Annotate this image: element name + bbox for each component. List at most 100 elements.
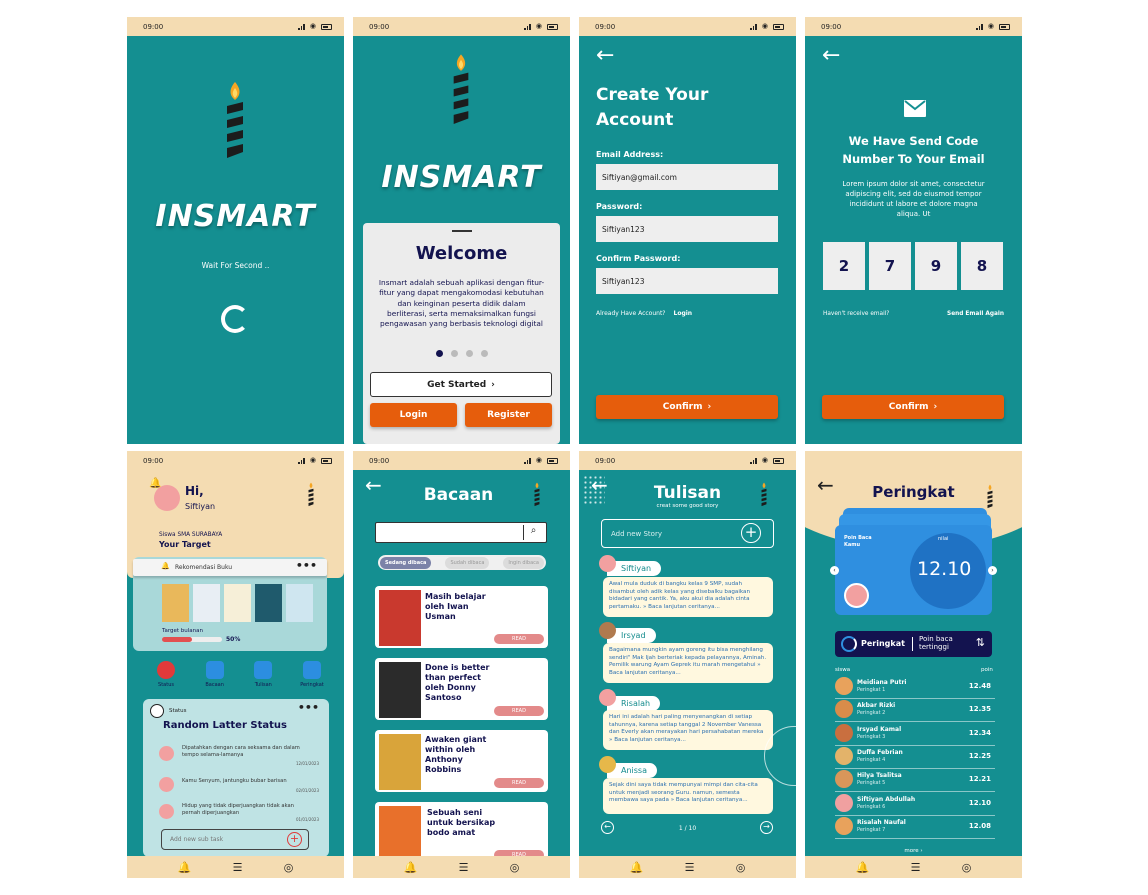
tab-sudah-dibaca[interactable]: Sudah dibaca [445, 556, 490, 569]
status-time: 09:00 [369, 22, 390, 31]
menu-status-label: Status [158, 682, 174, 688]
read-button[interactable]: READ [494, 634, 544, 644]
register-button[interactable]: Register [465, 403, 552, 427]
rank-row[interactable]: Risalah Naufal Peringkat 7 12.08 [835, 816, 995, 839]
read-button[interactable]: READ [494, 706, 544, 716]
code-digit-3[interactable]: 9 [915, 242, 957, 290]
bell-icon[interactable]: 🔔 [856, 861, 870, 874]
more-link[interactable]: more › [805, 848, 1022, 854]
rank-position: Peringkat 1 [857, 687, 886, 693]
book-cover[interactable] [162, 584, 189, 622]
story-excerpt[interactable]: Bagaimana mungkin ayam goreng itu bisa m… [603, 643, 773, 683]
book-card[interactable]: Done is better than perfect oleh Donny S… [375, 658, 548, 720]
confirm-password-field[interactable]: Siftiyan123 [596, 268, 778, 294]
chat-menu-icon [254, 661, 273, 679]
code-digit-1[interactable]: 2 [823, 242, 865, 290]
avatar [835, 770, 853, 789]
profile-icon[interactable]: ◎ [736, 861, 746, 874]
story-excerpt[interactable]: Awal mula duduk di bangku kelas 9 SMP, s… [603, 577, 773, 617]
verify-title: We Have Send Code Number To Your Email [805, 132, 1022, 168]
status-time: 09:00 [143, 456, 164, 465]
tab-ingin-dibaca[interactable]: Ingin dibaca [503, 556, 544, 569]
menu-status[interactable]: Status [149, 661, 183, 688]
add-story-field[interactable]: Add new Story + [601, 519, 774, 548]
menu-peringkat-label: Peringkat [300, 682, 324, 688]
bell-icon[interactable]: 🔔 [178, 861, 192, 874]
rank-row[interactable]: Hilya Tsalitsa Peringkat 5 12.21 [835, 770, 995, 793]
menu-peringkat[interactable]: Peringkat [295, 661, 329, 688]
code-digit-4[interactable]: 8 [961, 242, 1003, 290]
login-button[interactable]: Login [370, 403, 457, 427]
book-cover[interactable] [193, 584, 220, 622]
toggle-divider [912, 637, 913, 651]
back-arrow-icon[interactable]: ← [822, 45, 840, 67]
add-subtask-field[interactable]: Add new sub task + [161, 829, 309, 850]
rank-row[interactable]: Duffa Febrian Peringkat 4 12.25 [835, 746, 995, 769]
read-button[interactable]: READ [494, 778, 544, 788]
next-page-icon[interactable]: → [760, 821, 773, 834]
menu-tulisan[interactable]: Tulisan [246, 661, 280, 688]
already-account-text: Already Have Account? [596, 310, 666, 317]
menu-icon[interactable]: ☰ [911, 861, 921, 874]
menu-icon[interactable]: ☰ [459, 861, 469, 874]
more-label: more [904, 848, 919, 854]
book-card[interactable]: Sebuah seni untuk bersikap bodo amat REA… [375, 802, 548, 864]
email-field[interactable]: Siftiyan@gmail.com [596, 164, 778, 190]
plus-icon[interactable]: + [287, 832, 302, 847]
rank-divider [835, 837, 995, 839]
book-card[interactable]: Awaken giant within oleh Anthony Robbins… [375, 730, 548, 792]
password-field[interactable]: Siftiyan123 [596, 216, 778, 242]
story-excerpt[interactable]: Sejak dini saya tidak mempunyai mimpi da… [603, 778, 773, 814]
book-cover[interactable] [224, 584, 251, 622]
confirm-password-label: Confirm Password: [596, 254, 681, 263]
back-arrow-icon[interactable]: ← [596, 45, 614, 67]
book-title: Done is better than perfect oleh Donny S… [425, 663, 490, 702]
more-icon[interactable]: ••• [296, 559, 317, 572]
book-cover[interactable] [286, 584, 313, 622]
menu-bacaan[interactable]: Bacaan [198, 661, 232, 688]
profile-icon[interactable]: ◎ [284, 861, 294, 874]
confirm-button[interactable]: Confirm › [596, 395, 778, 419]
get-started-button[interactable]: Get Started › [370, 372, 552, 397]
app-logo-text: INSMART [155, 199, 316, 234]
rank-points: 12.21 [968, 775, 991, 784]
profile-icon[interactable]: ◎ [962, 861, 972, 874]
book-cover[interactable] [255, 584, 282, 622]
login-link[interactable]: Login [674, 310, 693, 317]
confirm-button[interactable]: Confirm › [822, 395, 1004, 419]
rank-divider [835, 698, 995, 699]
rank-row[interactable]: Irsyad Kamal Peringkat 3 12.34 [835, 723, 995, 746]
rank-position: Peringkat 4 [857, 756, 886, 763]
story-excerpt[interactable]: Hari ini adalah hari paling menyenangkan… [603, 710, 773, 750]
menu-bacaan-label: Bacaan [205, 682, 224, 688]
ranking-toggle[interactable]: Peringkat Poin baca tertinggi ⇅ [835, 631, 992, 657]
rank-row[interactable]: Siftiyan Abdullah Peringkat 6 12.10 [835, 793, 995, 816]
menu-icon[interactable]: ☰ [685, 861, 695, 874]
rank-name: Akbar Rizki [857, 702, 896, 710]
avatar [159, 777, 174, 792]
rank-row[interactable]: Meidiana Putri Peringkat 1 12.48 [835, 677, 995, 699]
search-input[interactable]: ⌕ [375, 522, 547, 543]
app-logo-text: INSMART [381, 160, 542, 195]
menu-icon[interactable]: ☰ [233, 861, 243, 874]
code-digit-2[interactable]: 7 [869, 242, 911, 290]
password-label: Password: [596, 202, 643, 211]
book-card[interactable]: Masih belajar oleh Iwan Usman READ [375, 586, 548, 648]
status-time: 09:00 [143, 22, 164, 31]
tab-sedang-dibaca[interactable]: Sedang dibaca [380, 556, 432, 569]
avatar [844, 583, 869, 608]
search-icon[interactable]: ⌕ [523, 525, 543, 540]
prev-card-icon[interactable]: ‹ [830, 566, 839, 575]
rank-name: Meidiana Putri [857, 679, 907, 686]
more-icon[interactable]: ••• [298, 701, 319, 714]
swap-icon[interactable]: ⇅ [976, 636, 985, 649]
send-again-link[interactable]: Send Email Again [947, 311, 1004, 317]
loading-spinner-icon [221, 305, 249, 333]
plus-icon[interactable]: + [741, 523, 761, 543]
menu-row: Status Bacaan Tulisan Peringkat [149, 661, 329, 688]
next-card-icon[interactable]: › [988, 566, 997, 575]
profile-icon[interactable]: ◎ [510, 861, 520, 874]
rank-row[interactable]: Akbar Rizki Peringkat 2 12.35 [835, 700, 995, 723]
bell-icon[interactable]: 🔔 [404, 861, 418, 874]
bell-icon[interactable]: 🔔 [630, 861, 644, 874]
